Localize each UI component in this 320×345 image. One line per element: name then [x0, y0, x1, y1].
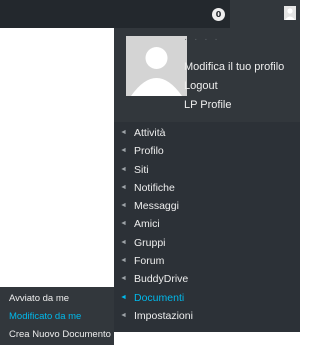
- submenu-item-crea-nuovo-documento[interactable]: Crea Nuovo Documento: [0, 326, 114, 344]
- notification-count-badge[interactable]: 0: [212, 8, 225, 21]
- menu-item-documenti[interactable]: ◄ Documenti: [114, 289, 300, 307]
- arrow-left-icon: ◄: [120, 147, 127, 155]
- menu-item-notifiche[interactable]: ◄ Notifiche: [114, 179, 300, 197]
- default-avatar-icon[interactable]: [126, 36, 187, 96]
- my-account-menu-trigger[interactable]: [230, 0, 300, 28]
- arrow-left-icon: ◄: [120, 129, 127, 136]
- arrow-left-icon: ◄: [120, 293, 127, 301]
- menu-item-amici[interactable]: ◄ Amici: [114, 215, 300, 233]
- menu-list: ◄ Attività ◄ Profilo ◄ Siti ◄ Notifiche ◄ Mes…: [114, 124, 300, 325]
- menu-item-messaggi[interactable]: ◄ Messaggi: [114, 197, 300, 215]
- menu-item-attivita[interactable]: ◄ Attività: [114, 124, 300, 142]
- submenu-item-avviato-da-me[interactable]: Avviato da me: [0, 290, 114, 308]
- submenu-item-modificato-da-me[interactable]: Modificato da me: [0, 308, 114, 326]
- menu-item-impostazioni[interactable]: ◄ Impostazioni: [114, 307, 300, 325]
- arrow-left-icon: ◄: [120, 311, 127, 319]
- arrow-left-icon: ◄: [120, 202, 127, 210]
- arrow-left-icon: ◄: [120, 257, 127, 265]
- menu-item-profilo[interactable]: ◄ Profilo: [114, 142, 300, 160]
- arrow-left-icon: ◄: [120, 165, 127, 173]
- documenti-submenu: Avviato da me Modificato da me Crea Nuov…: [0, 287, 114, 345]
- profile-links: Modifica il tuo profilo Logout LP Profil…: [184, 58, 284, 115]
- menu-item-buddydrive[interactable]: ◄ BuddyDrive: [114, 270, 300, 288]
- arrow-left-icon: ◄: [120, 275, 127, 283]
- menu-item-siti[interactable]: ◄ Siti: [114, 161, 300, 179]
- logout-link[interactable]: Logout: [184, 77, 284, 96]
- account-display-name: [239, 6, 287, 20]
- account-username: · · · ·: [184, 34, 220, 45]
- account-dropdown: · · · · Modifica il tuo profilo Logout L…: [114, 28, 300, 332]
- lp-profile-link[interactable]: LP Profile: [184, 96, 284, 115]
- profile-header: · · · · Modifica il tuo profilo Logout L…: [114, 28, 300, 122]
- menu-item-forum[interactable]: ◄ Forum: [114, 252, 300, 270]
- user-avatar-icon: [284, 6, 296, 20]
- menu-item-gruppi[interactable]: ◄ Gruppi: [114, 234, 300, 252]
- arrow-left-icon: ◄: [120, 220, 127, 228]
- edit-profile-link[interactable]: Modifica il tuo profilo: [184, 58, 284, 77]
- buddypress-menu: ◄ Attività ◄ Profilo ◄ Siti ◄ Notifiche ◄ Mes…: [114, 122, 300, 332]
- arrow-left-icon: ◄: [120, 183, 127, 191]
- admin-bar: 0: [0, 0, 300, 28]
- arrow-left-icon: ◄: [120, 238, 127, 246]
